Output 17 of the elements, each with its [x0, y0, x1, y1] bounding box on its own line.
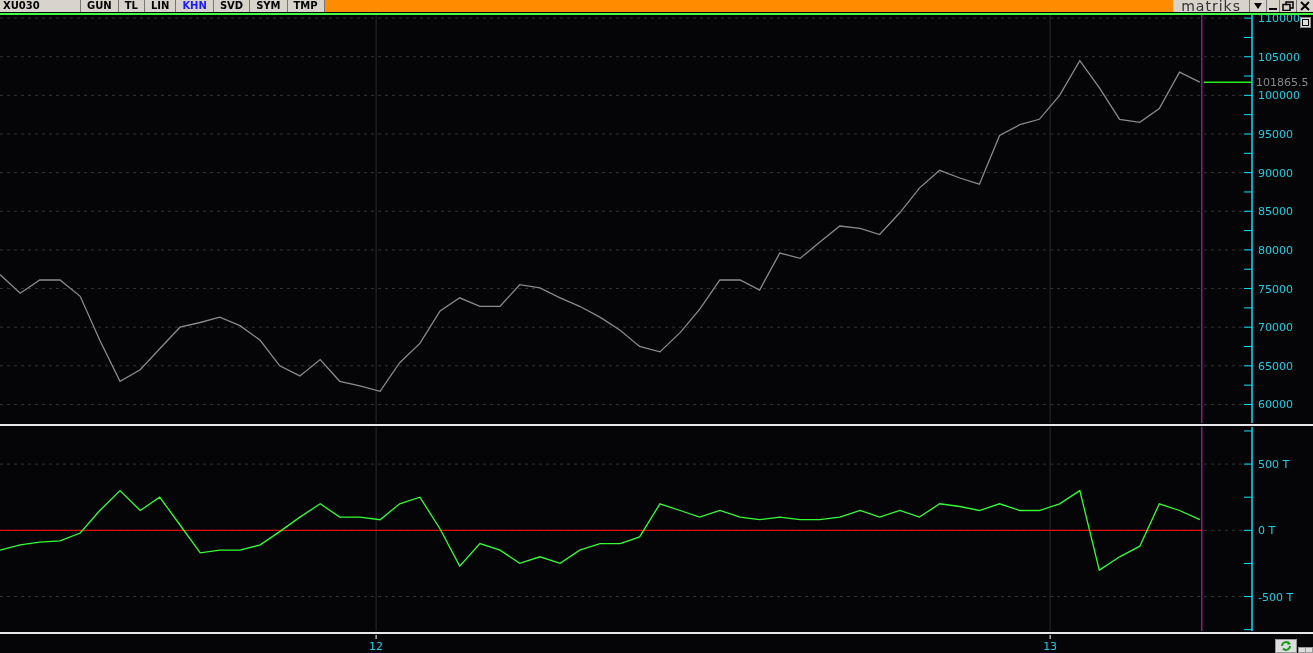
y-tick-label: 70000 [1258, 321, 1293, 335]
x-tick-label: 13 [1043, 640, 1058, 653]
last-price-label: 101865.5 [1256, 76, 1309, 90]
brand-logo: matriks [1173, 0, 1249, 12]
y-tick-label: 100000 [1258, 89, 1300, 103]
y-tick-label: 65000 [1258, 359, 1293, 373]
x-tick-label: 12 [369, 640, 384, 653]
y-tick-label: 75000 [1258, 282, 1293, 296]
y-tick-label: 95000 [1258, 128, 1293, 141]
y-tick-label: 500 T [1258, 458, 1290, 472]
y-tick-label: 80000 [1258, 243, 1293, 257]
y-tick-label: -500 T [1258, 590, 1294, 604]
y-tick-label: 60000 [1258, 398, 1293, 412]
y-tick-label: 85000 [1258, 205, 1293, 219]
y-tick-label: 0 T [1258, 524, 1276, 538]
y-tick-label: 90000 [1258, 166, 1293, 180]
y-tick-label: 105000 [1258, 50, 1300, 64]
